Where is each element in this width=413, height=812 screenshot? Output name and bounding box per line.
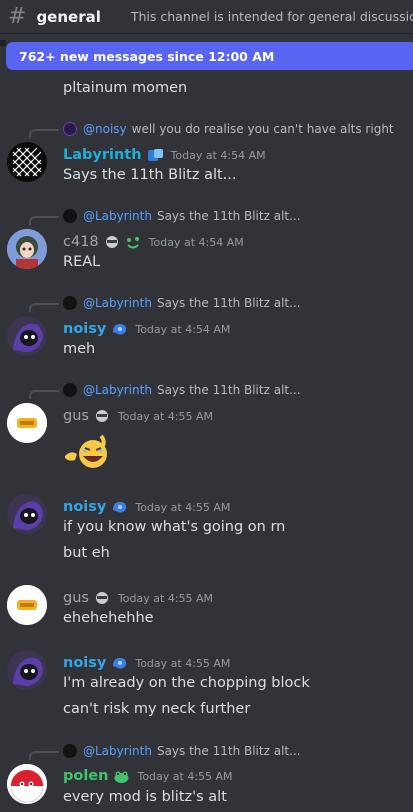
- username[interactable]: gus: [63, 590, 89, 606]
- timestamp: Today at 4:55 AM: [117, 409, 214, 423]
- message-text: every mod is blitz's alt: [63, 789, 227, 805]
- timestamp: Today at 4:55 AM: [135, 500, 231, 514]
- message-text: REAL: [63, 254, 101, 270]
- message-text: can't risk my neck further: [63, 701, 251, 717]
- reply-text: Says the 11th Blitz alt...: [156, 209, 301, 223]
- pointing-laughing-emoji[interactable]: [63, 432, 111, 472]
- reply-text: Says the 11th Blitz alt...: [156, 296, 301, 310]
- reply-avatar: [63, 296, 77, 310]
- username[interactable]: polen: [63, 768, 108, 784]
- reply-preview[interactable]: @Labyrinth Says the 11th Blitz alt...: [63, 208, 301, 224]
- timestamp: Today at 4:54 AM: [135, 322, 231, 336]
- reply-text: well you do realise you can't have alts …: [131, 122, 394, 136]
- reply-avatar: [63, 383, 77, 397]
- reply-text: Says the 11th Blitz alt...: [156, 383, 301, 397]
- timestamp: Today at 4:54 AM: [148, 235, 244, 249]
- reply-spine: [29, 303, 59, 312]
- timestamp: Today at 4:55 AM: [117, 591, 214, 605]
- new-messages-bar[interactable]: 762+ new messages since 12:00 AM: [6, 42, 413, 70]
- message-header: Labyrinth Today at 4:54 AM: [63, 145, 266, 165]
- reply-spine: [29, 390, 59, 399]
- timestamp: Today at 4:55 AM: [135, 656, 231, 670]
- reply-mention[interactable]: @Labyrinth: [83, 383, 152, 397]
- message-header: noisy Today at 4:54 AM: [63, 319, 230, 339]
- blob-badge-icon: [113, 323, 127, 335]
- blob-badge-icon: [113, 501, 127, 513]
- message-text: but eh: [63, 545, 110, 561]
- message-header: gus Today at 4:55 AM: [63, 406, 213, 426]
- avatar[interactable]: [7, 494, 47, 534]
- skull-badge-icon: [95, 409, 108, 422]
- channel-topic[interactable]: This channel is intended for general dis…: [131, 9, 413, 24]
- message-text: meh: [63, 341, 96, 357]
- reply-preview[interactable]: @noisy well you do realise you can't hav…: [63, 121, 394, 137]
- username[interactable]: gus: [63, 408, 89, 424]
- username[interactable]: noisy: [63, 321, 106, 337]
- reply-avatar: [63, 209, 77, 223]
- hash-icon: #: [8, 3, 27, 29]
- avatar[interactable]: [7, 229, 47, 269]
- message-header: polen Today at 4:55 AM: [63, 766, 233, 786]
- avatar[interactable]: [7, 764, 47, 804]
- skull-badge-icon: [105, 235, 118, 248]
- message-header: noisy Today at 4:55 AM: [63, 653, 230, 673]
- reply-mention[interactable]: @Labyrinth: [83, 209, 152, 223]
- reply-spine: [29, 216, 59, 225]
- avatar[interactable]: [7, 142, 47, 182]
- reply-text: Says the 11th Blitz alt...: [156, 744, 301, 758]
- sprout-badge-icon: [126, 236, 139, 248]
- timestamp: Today at 4:54 AM: [170, 148, 266, 162]
- message-text: if you know what's going on rn: [63, 519, 286, 535]
- reply-mention[interactable]: @Labyrinth: [83, 296, 152, 310]
- username[interactable]: noisy: [63, 655, 106, 671]
- message-text: I'm already on the chopping block: [63, 675, 310, 691]
- avatar[interactable]: [7, 650, 47, 690]
- channel-name[interactable]: general: [36, 8, 100, 26]
- frog-badge-icon: [114, 771, 129, 783]
- message-text: Says the 11th Blitz alt...: [63, 167, 237, 183]
- reply-preview[interactable]: @Labyrinth Says the 11th Blitz alt...: [63, 295, 301, 311]
- timestamp: Today at 4:55 AM: [137, 769, 233, 783]
- reply-avatar: [63, 122, 77, 136]
- reply-avatar: [63, 744, 77, 758]
- avatar[interactable]: [7, 403, 47, 443]
- message-text: ehehehehhe: [63, 610, 154, 626]
- new-messages-text: 762+ new messages since 12:00 AM: [19, 48, 275, 64]
- username[interactable]: noisy: [63, 499, 106, 515]
- message-header: c418 Today at 4:54 AM: [63, 232, 244, 252]
- username[interactable]: c418: [63, 234, 99, 250]
- reply-mention[interactable]: @Labyrinth: [83, 744, 152, 758]
- reply-spine: [29, 129, 59, 138]
- reply-spine: [29, 751, 59, 760]
- avatar[interactable]: [7, 316, 47, 356]
- reply-preview[interactable]: @Labyrinth Says the 11th Blitz alt...: [63, 382, 301, 398]
- channel-header: # general This channel is intended for g…: [0, 0, 413, 34]
- message-header: noisy Today at 4:55 AM: [63, 497, 230, 517]
- reply-mention[interactable]: @noisy: [83, 122, 127, 136]
- corner-notch: [0, 40, 6, 46]
- username[interactable]: Labyrinth: [63, 147, 142, 163]
- message-header: gus Today at 4:55 AM: [63, 588, 213, 608]
- skull-badge-icon: [95, 591, 108, 604]
- avatar[interactable]: [7, 585, 47, 625]
- message-text: pltainum momen: [63, 80, 188, 96]
- nitro-badge-icon: [147, 148, 163, 161]
- reply-preview[interactable]: @Labyrinth Says the 11th Blitz alt...: [63, 743, 301, 759]
- blob-badge-icon: [113, 657, 127, 669]
